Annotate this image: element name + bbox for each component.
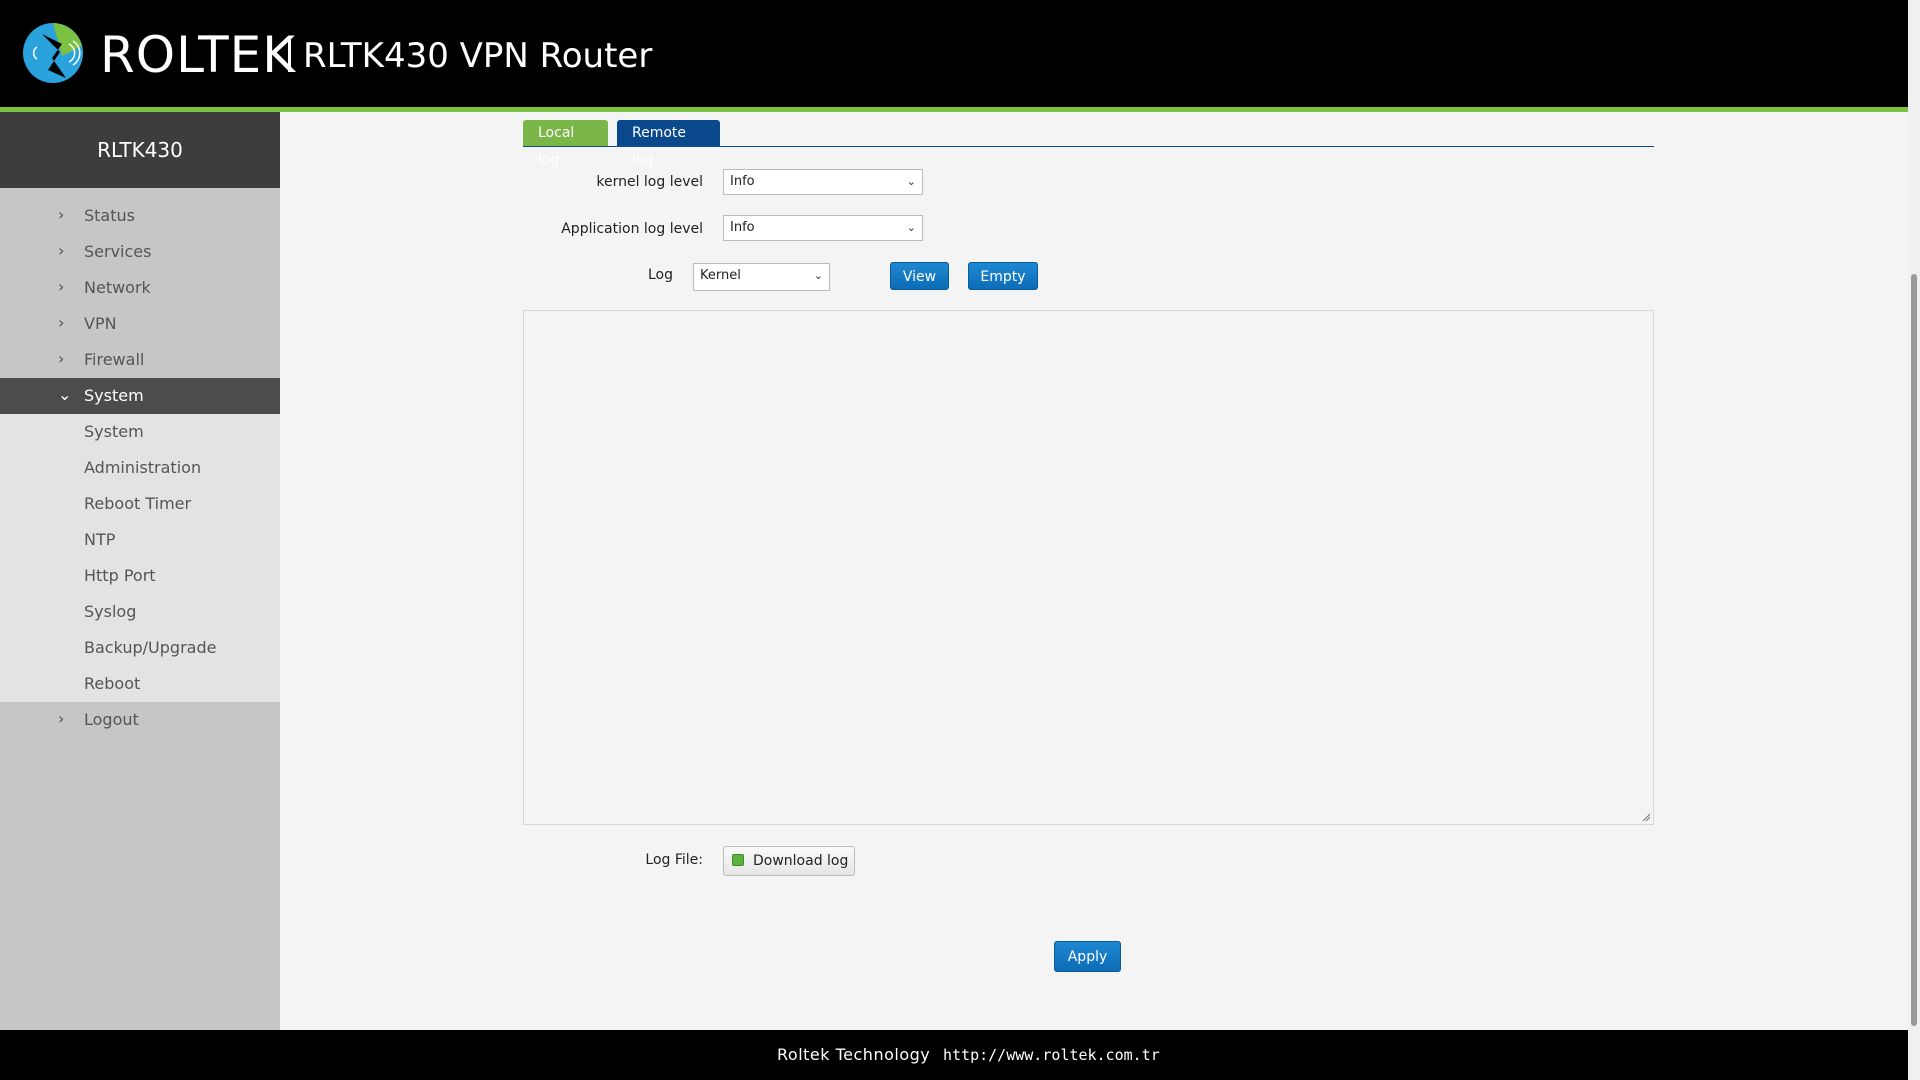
- select-value: Kernel: [700, 268, 741, 283]
- sidebar-item-label: VPN: [84, 314, 117, 333]
- submenu-item-reboot[interactable]: Reboot: [0, 666, 280, 702]
- sidebar-item-logout[interactable]: › Logout: [0, 702, 280, 738]
- sidebar-item-label: Logout: [84, 710, 139, 729]
- resize-grip-icon[interactable]: [1641, 812, 1651, 822]
- chevron-down-icon: ⌄: [906, 221, 916, 234]
- sidebar-device-name: RLTK430: [0, 112, 280, 188]
- nav-spacer: [0, 188, 280, 198]
- page-scrollbar[interactable]: [1908, 0, 1920, 1080]
- sidebar-item-status[interactable]: › Status: [0, 198, 280, 234]
- log-type-label: Log: [647, 267, 673, 283]
- submenu-item-label: System: [84, 422, 144, 441]
- chevron-right-icon: ›: [58, 349, 65, 368]
- submenu-item-administration[interactable]: Administration: [0, 450, 280, 486]
- product-title: RLTK430 VPN Router: [303, 36, 653, 76]
- submenu-item-label: Http Port: [84, 566, 156, 585]
- brand-name: ROLTEK: [100, 26, 296, 84]
- select-value: Info: [730, 174, 755, 189]
- application-log-level-select[interactable]: Info ⌄: [723, 215, 923, 241]
- submenu-item-backup-upgrade[interactable]: Backup/Upgrade: [0, 630, 280, 666]
- brand-divider: [288, 36, 291, 72]
- submenu-item-label: Administration: [84, 458, 202, 477]
- sidebar-item-services[interactable]: › Services: [0, 234, 280, 270]
- sidebar-item-system[interactable]: ⌄ System: [0, 378, 280, 414]
- empty-button[interactable]: Empty: [968, 262, 1038, 290]
- submenu-item-label: Reboot Timer: [84, 494, 192, 513]
- sidebar-item-label: Services: [84, 242, 152, 261]
- system-submenu: System Administration Reboot Timer NTP H…: [0, 414, 280, 702]
- sidebar: RLTK430 › Status › Services › Network › …: [0, 112, 280, 1030]
- kernel-log-level-select[interactable]: Info ⌄: [723, 169, 923, 195]
- footer-url-link[interactable]: http://www.roltek.com.tr: [943, 1030, 1160, 1080]
- roltek-logo-icon: [23, 23, 83, 83]
- sidebar-item-label: Network: [84, 278, 151, 297]
- submenu-item-reboot-timer[interactable]: Reboot Timer: [0, 486, 280, 522]
- sidebar-item-label: System: [84, 386, 144, 405]
- sidebar-nav: › Status › Services › Network › VPN › Fi…: [0, 188, 280, 738]
- footer-company: Roltek Technology: [777, 1045, 931, 1064]
- page-footer: Roltek Technology http://www.roltek.com.…: [0, 1030, 1908, 1080]
- chevron-down-icon: ⌄: [813, 269, 823, 282]
- log-type-select[interactable]: Kernel ⌄: [693, 263, 830, 291]
- application-log-level-label: Application log level: [561, 221, 703, 237]
- chevron-right-icon: ›: [58, 709, 65, 728]
- chevron-right-icon: ›: [58, 241, 65, 260]
- chevron-down-icon: ⌄: [58, 385, 72, 404]
- sidebar-item-firewall[interactable]: › Firewall: [0, 342, 280, 378]
- sidebar-item-network[interactable]: › Network: [0, 270, 280, 306]
- submenu-item-label: Backup/Upgrade: [84, 638, 217, 657]
- chevron-right-icon: ›: [58, 205, 65, 224]
- log-output-textarea[interactable]: [523, 310, 1654, 825]
- tab-local-log[interactable]: Local log: [523, 120, 608, 168]
- kernel-log-level-label: kernel log level: [596, 174, 703, 190]
- sidebar-item-label: Status: [84, 206, 135, 225]
- apply-button[interactable]: Apply: [1054, 941, 1121, 972]
- submenu-item-label: Reboot: [84, 674, 141, 693]
- sidebar-item-label: Firewall: [84, 350, 145, 369]
- tab-remote-log[interactable]: Remote log: [617, 120, 720, 168]
- sidebar-item-vpn[interactable]: › VPN: [0, 306, 280, 342]
- select-value: Info: [730, 220, 755, 235]
- tabs-underline: [523, 146, 1654, 147]
- download-log-label: Download log: [753, 853, 849, 869]
- submenu-item-label: Syslog: [84, 602, 137, 621]
- submenu-item-ntp[interactable]: NTP: [0, 522, 280, 558]
- submenu-item-http-port[interactable]: Http Port: [0, 558, 280, 594]
- chevron-right-icon: ›: [58, 277, 65, 296]
- chevron-down-icon: ⌄: [906, 175, 916, 188]
- chevron-right-icon: ›: [58, 313, 65, 332]
- submenu-item-syslog[interactable]: Syslog: [0, 594, 280, 630]
- submenu-item-label: NTP: [84, 530, 116, 549]
- view-button[interactable]: View: [890, 262, 949, 290]
- submenu-item-system[interactable]: System: [0, 414, 280, 450]
- download-icon: [732, 854, 744, 866]
- top-header: ROLTEK RLTK430 VPN Router: [0, 0, 1908, 108]
- scrollbar-thumb[interactable]: [1911, 274, 1917, 1026]
- download-log-button[interactable]: Download log: [723, 846, 855, 876]
- log-file-label: Log File:: [645, 852, 703, 868]
